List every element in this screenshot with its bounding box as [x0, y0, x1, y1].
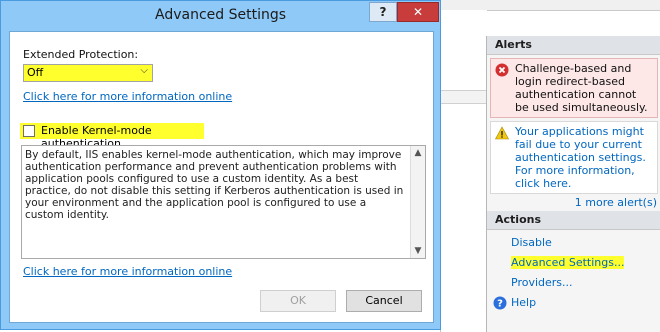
more-alerts-link[interactable]: 1 more alert(s) — [487, 194, 660, 211]
svg-text:?: ? — [497, 299, 503, 310]
close-icon: ✕ — [412, 5, 424, 19]
extended-protection-label: Extended Protection: — [23, 48, 139, 61]
background-list-header — [441, 90, 487, 104]
ok-button[interactable]: OK — [260, 290, 336, 312]
extended-protection-select[interactable]: Off ⌵ — [23, 64, 153, 82]
action-help[interactable]: ? Help — [487, 293, 660, 313]
dialog-client-area: Extended Protection: Off ⌵ Click here fo… — [9, 31, 434, 323]
more-info-link-bottom[interactable]: Click here for more information online — [23, 265, 232, 278]
close-button[interactable]: ✕ — [397, 2, 439, 22]
action-disable[interactable]: Disable — [487, 233, 660, 253]
description-textbox[interactable]: By default, IIS enables kernel-mode auth… — [21, 145, 426, 259]
cancel-button[interactable]: Cancel — [346, 290, 422, 312]
more-info-link-top[interactable]: Click here for more information online — [23, 90, 232, 103]
alert-warning-text: Your applications might fail due to your… — [515, 125, 646, 190]
chevron-down-icon: ⌵ — [140, 65, 148, 76]
description-scrollbar[interactable]: ▲ ▼ — [410, 146, 425, 258]
description-text: By default, IIS enables kernel-mode auth… — [25, 149, 404, 221]
kernel-mode-checkbox-row[interactable]: Enable Kernel-mode authentication — [20, 123, 204, 150]
scroll-up-icon[interactable]: ▲ — [412, 147, 424, 159]
action-advanced-settings[interactable]: Advanced Settings... — [487, 253, 660, 273]
alerts-header: Alerts — [487, 36, 660, 55]
alert-error-text: Challenge-based and login redirect-based… — [515, 62, 648, 114]
warning-icon — [495, 126, 509, 140]
advanced-settings-dialog: Advanced Settings ? ✕ Extended Protectio… — [0, 0, 441, 330]
background-content-area — [440, 10, 487, 332]
actions-header: Actions — [487, 211, 660, 230]
action-help-label: Help — [511, 296, 537, 309]
help-icon: ? — [493, 296, 507, 310]
extended-protection-value: Off — [27, 66, 44, 79]
alert-error: Challenge-based and login redirect-based… — [490, 58, 658, 118]
help-button[interactable]: ? — [369, 2, 397, 22]
error-icon — [495, 63, 509, 77]
action-providers[interactable]: Providers... — [487, 273, 660, 293]
alert-warning[interactable]: Your applications might fail due to your… — [490, 121, 658, 194]
kernel-mode-checkbox[interactable] — [23, 125, 35, 137]
actions-pane: Alerts Challenge-based and login redirec… — [486, 36, 660, 332]
scroll-down-icon[interactable]: ▼ — [412, 245, 424, 257]
action-advanced-settings-label: Advanced Settings... — [511, 256, 625, 269]
